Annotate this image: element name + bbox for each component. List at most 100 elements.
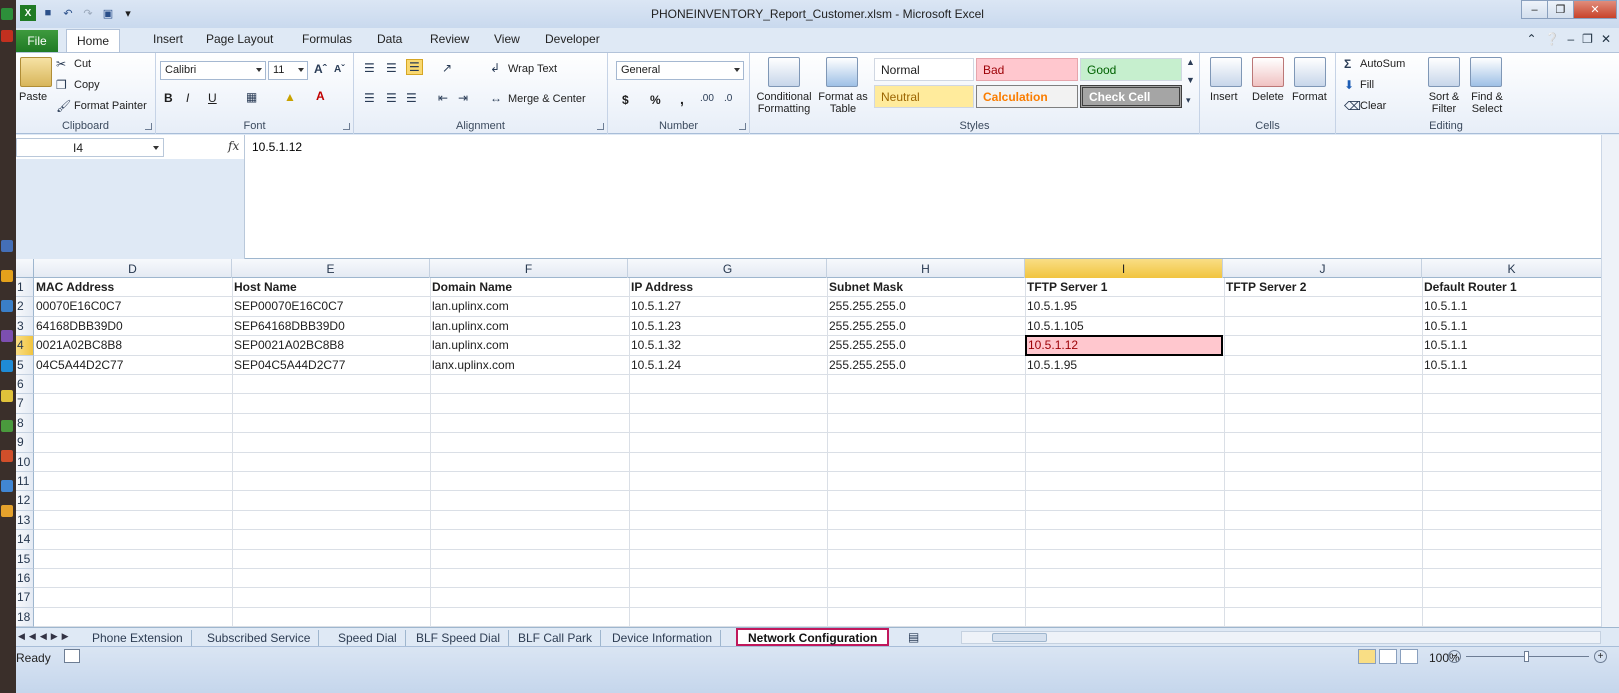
header-cell[interactable]: Default Router 1 <box>1422 278 1600 297</box>
data-cell[interactable]: 10.5.1.1 <box>1422 356 1600 375</box>
data-cell[interactable]: SEP0021A02BC8B8 <box>232 336 430 355</box>
decrease-indent-icon[interactable]: ⇤ <box>438 91 448 105</box>
autosum-icon[interactable]: Σ <box>1344 57 1351 71</box>
column-header-h[interactable]: H <box>827 259 1025 278</box>
macro-record-icon[interactable] <box>64 649 80 663</box>
worksheet-grid[interactable]: DEFGHIJK 1 2 3 4 5 6 7 8 9 10 11 12 13 14 15 16 17 18 MAC … <box>16 259 1601 627</box>
row-header-5[interactable]: 5 <box>16 355 34 375</box>
data-cell[interactable]: 255.255.255.0 <box>827 297 1025 316</box>
sheet-tab-speed-dial[interactable]: Speed Dial <box>330 630 406 646</box>
data-cell[interactable]: 255.255.255.0 <box>827 317 1025 336</box>
orientation-icon[interactable]: ↗ <box>442 61 452 75</box>
page-layout-view-icon[interactable] <box>1379 649 1397 664</box>
active-cell[interactable]: 10.5.1.12 <box>1025 335 1223 356</box>
font-launcher-icon[interactable] <box>343 123 350 130</box>
row-header-1[interactable]: 1 <box>16 278 34 298</box>
style-neutral[interactable]: Neutral <box>874 85 974 108</box>
data-cell[interactable]: 10.5.1.1 <box>1422 336 1600 355</box>
copy-icon[interactable]: ❐ <box>56 78 67 92</box>
zoom-out-icon[interactable]: − <box>1448 650 1461 663</box>
column-header-e[interactable]: E <box>232 259 430 278</box>
insert-sheet-icon[interactable]: ▤ <box>908 630 919 644</box>
data-cell[interactable]: 10.5.1.105 <box>1025 317 1223 336</box>
grow-font-icon[interactable]: Aˆ <box>314 62 327 76</box>
tab-developer[interactable]: Developer <box>545 32 600 46</box>
format-cells-icon[interactable] <box>1294 57 1326 87</box>
sheet-tab-device-information[interactable]: Device Information <box>604 630 722 646</box>
data-cell[interactable]: 10.5.1.32 <box>629 336 827 355</box>
format-painter-button[interactable]: Format Painter <box>74 100 147 112</box>
data-cell[interactable] <box>1224 317 1422 336</box>
row-header-2[interactable]: 2 <box>16 297 34 317</box>
minimize-ribbon-icon[interactable]: ⌃ <box>1526 32 1536 46</box>
data-cell[interactable]: 10.5.1.27 <box>629 297 827 316</box>
row-header-9[interactable]: 9 <box>16 433 34 453</box>
horizontal-scroll-thumb[interactable] <box>992 633 1047 642</box>
column-header-g[interactable]: G <box>629 259 827 278</box>
increase-indent-icon[interactable]: ⇥ <box>458 91 468 105</box>
cut-icon[interactable]: ✂ <box>56 57 66 71</box>
wrap-text-icon[interactable]: ↲ <box>490 61 500 75</box>
data-cell[interactable]: lan.uplinx.com <box>430 297 628 316</box>
data-cell[interactable]: lan.uplinx.com <box>430 317 628 336</box>
copy-button[interactable]: Copy <box>74 79 100 91</box>
conditional-formatting-button[interactable]: Conditional Formatting <box>754 91 814 115</box>
page-break-view-icon[interactable] <box>1400 649 1418 664</box>
paste-icon[interactable] <box>20 57 52 87</box>
sheet-tab-blf-call-park[interactable]: BLF Call Park <box>510 630 602 646</box>
autosum-button[interactable]: AutoSum <box>1360 58 1405 70</box>
column-header-i[interactable]: I <box>1025 259 1223 278</box>
header-cell[interactable]: Domain Name <box>430 278 628 297</box>
find-select-icon[interactable] <box>1470 57 1502 87</box>
data-cell[interactable]: 10.5.1.95 <box>1025 297 1223 316</box>
style-normal[interactable]: Normal <box>874 58 974 81</box>
style-good[interactable]: Good <box>1080 58 1182 81</box>
sort-filter-icon[interactable] <box>1428 57 1460 87</box>
data-cell[interactable] <box>1224 356 1422 375</box>
merge-center-icon[interactable]: ↔ <box>490 91 502 105</box>
increase-decimal-icon[interactable]: .00 <box>700 93 714 104</box>
data-cell[interactable]: lanx.uplinx.com <box>430 356 628 375</box>
insert-cells-icon[interactable] <box>1210 57 1242 87</box>
fill-color-icon[interactable]: ▲ <box>284 90 296 104</box>
currency-button[interactable]: $ <box>622 93 629 107</box>
row-header-11[interactable]: 11 <box>16 472 34 492</box>
row-header-6[interactable]: 6 <box>16 375 34 395</box>
styles-scroll-down-icon[interactable]: ▼ <box>1186 75 1195 85</box>
sheet-nav-arrows-icon[interactable]: ◀◀◀▶▶ <box>18 631 73 642</box>
row-header-10[interactable]: 10 <box>16 452 34 472</box>
styles-more-icon[interactable]: ▾ <box>1186 95 1191 106</box>
data-cell[interactable]: 10.5.1.23 <box>629 317 827 336</box>
clipboard-launcher-icon[interactable] <box>145 123 152 130</box>
data-cell[interactable]: SEP04C5A44D2C77 <box>232 356 430 375</box>
align-left-icon[interactable]: ☰ <box>364 91 375 105</box>
bold-button[interactable]: B <box>164 91 173 105</box>
tab-file[interactable]: File <box>16 30 58 52</box>
sheet-tab-blf-speed-dial[interactable]: BLF Speed Dial <box>408 630 510 646</box>
select-all-corner[interactable] <box>16 259 34 278</box>
style-check-cell[interactable]: Check Cell <box>1080 85 1182 108</box>
header-cell[interactable]: Subnet Mask <box>827 278 1025 297</box>
tab-data[interactable]: Data <box>377 32 402 46</box>
font-size-combo[interactable]: 11 <box>268 61 308 80</box>
workbook-minimize-icon[interactable]: – <box>1567 32 1574 46</box>
horizontal-scrollbar[interactable] <box>961 631 1601 644</box>
column-header-f[interactable]: F <box>430 259 628 278</box>
format-cells-button[interactable]: Format <box>1292 91 1327 103</box>
fill-icon[interactable]: ⬇ <box>1344 78 1354 92</box>
data-cell[interactable]: 04C5A44D2C77 <box>34 356 232 375</box>
merge-center-button[interactable]: Merge & Center <box>508 93 586 105</box>
alignment-launcher-icon[interactable] <box>597 123 604 130</box>
data-cell[interactable]: 10.5.1.1 <box>1422 317 1600 336</box>
tab-formulas[interactable]: Formulas <box>302 32 352 46</box>
delete-cells-icon[interactable] <box>1252 57 1284 87</box>
data-cell[interactable]: 255.255.255.0 <box>827 356 1025 375</box>
row-header-14[interactable]: 14 <box>16 530 34 550</box>
clear-icon[interactable]: ⌫ <box>1344 99 1361 113</box>
minimize-button[interactable]: – <box>1521 0 1548 19</box>
paste-button[interactable]: Paste <box>19 91 47 103</box>
sheet-tab-network-configuration[interactable]: Network Configuration <box>736 628 890 646</box>
styles-scroll-up-icon[interactable]: ▲ <box>1186 57 1195 67</box>
data-cell[interactable]: SEP64168DBB39D0 <box>232 317 430 336</box>
style-bad[interactable]: Bad <box>976 58 1078 81</box>
